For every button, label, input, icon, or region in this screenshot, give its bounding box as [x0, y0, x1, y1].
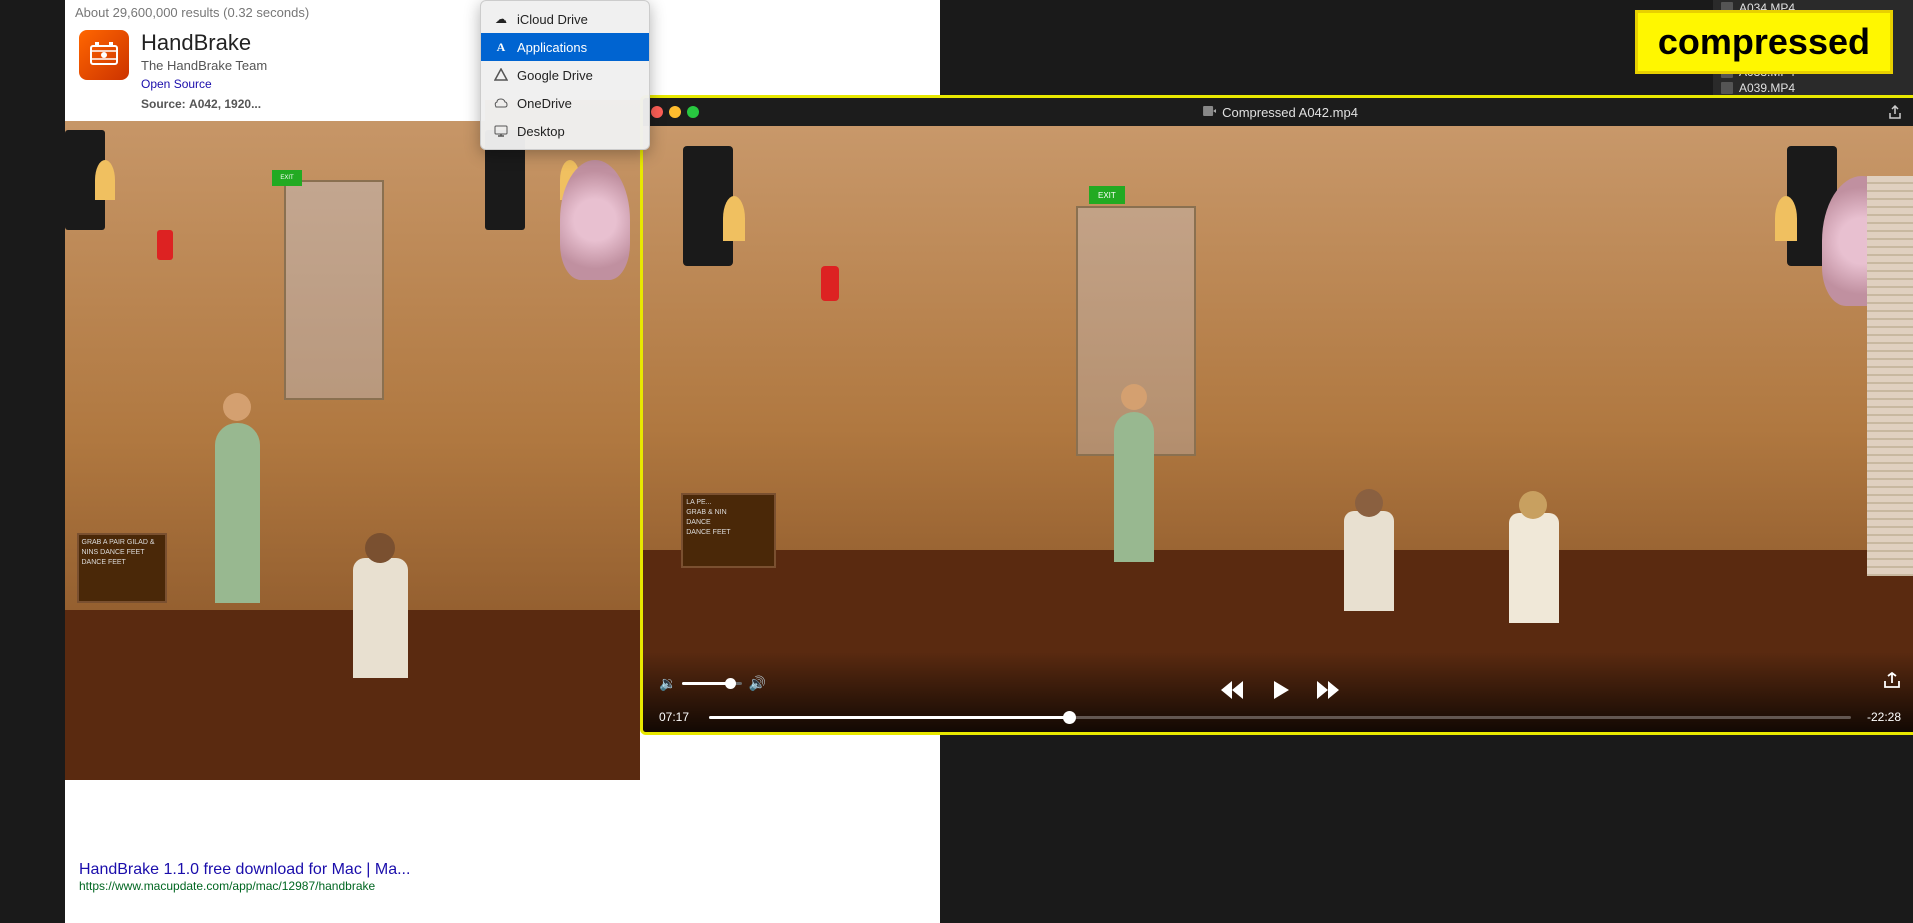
- app-details: HandBrake The HandBrake Team Open Source…: [141, 30, 267, 111]
- video-content: EXIT LA PE...GRAB & NINDANCEDANCE FEET: [643, 126, 1913, 732]
- progress-bar[interactable]: [709, 716, 1851, 719]
- audience-figure: [353, 558, 408, 678]
- window-title-area: Compressed A042.mp4: [1202, 104, 1358, 121]
- dropdown-item-applications[interactable]: A Applications: [481, 33, 649, 61]
- volume-max-icon: 🔊: [748, 675, 765, 692]
- volume-slider[interactable]: [682, 682, 742, 685]
- play-button[interactable]: [1266, 676, 1294, 704]
- playback-controls: [659, 676, 1901, 704]
- share-button[interactable]: [1883, 671, 1901, 694]
- wedding-left-image: EXIT GRAB A PAIR GILAD & NINS DANCE FEET…: [65, 100, 640, 780]
- bridesmaid-figure: [215, 423, 260, 603]
- result-link[interactable]: HandBrake 1.1.0 free download for Mac | …: [79, 861, 410, 878]
- progress-fill: [709, 716, 1074, 719]
- app-team: The HandBrake Team: [141, 58, 267, 73]
- progress-knob[interactable]: [1063, 711, 1076, 724]
- minimize-button[interactable]: [669, 106, 681, 118]
- app-title: HandBrake: [141, 30, 267, 56]
- volume-knob[interactable]: [725, 678, 736, 689]
- onedrive-label: OneDrive: [517, 96, 572, 111]
- dropdown-item-icloud[interactable]: ☁ iCloud Drive: [481, 5, 649, 33]
- source-label: Source:: [141, 97, 186, 111]
- close-button[interactable]: [651, 106, 663, 118]
- icloud-label: iCloud Drive: [517, 12, 588, 27]
- sconce-left-video: [723, 196, 745, 241]
- handbrake-card: HandBrake The HandBrake Team Open Source…: [65, 20, 485, 121]
- dropdown-item-google-drive[interactable]: Google Drive: [481, 61, 649, 89]
- desktop-icon: [493, 123, 509, 139]
- desktop-label: Desktop: [517, 124, 565, 139]
- open-source-link[interactable]: Open Source: [141, 77, 267, 91]
- left-panel: [0, 0, 65, 923]
- current-time: 07:17: [659, 710, 699, 724]
- icloud-drive-icon: ☁: [493, 11, 509, 27]
- location-dropdown[interactable]: ☁ iCloud Drive A Applications Google Dri…: [480, 0, 650, 150]
- volume-icon[interactable]: 🔉: [659, 675, 676, 692]
- doorway: [284, 180, 384, 400]
- applications-icon: A: [493, 39, 509, 55]
- file-icon-5: [1721, 82, 1733, 94]
- volume-fill: [682, 682, 727, 685]
- wall-sconce-left: [95, 160, 115, 200]
- video-audience-2: [1509, 513, 1559, 623]
- compressed-annotation: compressed: [1635, 10, 1893, 74]
- audience-head-2: [1519, 491, 1547, 519]
- end-time: -22:28: [1861, 710, 1901, 724]
- window-titlebar: Compressed A042.mp4: [643, 98, 1913, 126]
- video-bridesmaid: [1114, 412, 1154, 562]
- app-info-area: HandBrake The HandBrake Team Open Source…: [79, 30, 471, 111]
- volume-area: 🔉 🔊: [659, 675, 766, 692]
- flower-arrangement: [560, 160, 630, 280]
- video-controls: 🔉 🔊: [643, 652, 1913, 732]
- progress-area: 07:17 -22:28: [659, 710, 1901, 724]
- rewind-button[interactable]: [1218, 676, 1246, 704]
- dropdown-item-desktop[interactable]: Desktop: [481, 117, 649, 145]
- result-count: About 29,600,000 results (0.32 seconds): [75, 5, 309, 20]
- maximize-button[interactable]: [687, 106, 699, 118]
- fire-extinguisher: [157, 230, 173, 260]
- source-line: Source: A042, 1920...: [141, 97, 267, 111]
- window-blinds: [1867, 176, 1913, 576]
- video-file-icon: [1202, 104, 1216, 121]
- sconce-right-video: [1775, 196, 1797, 241]
- file-item-5[interactable]: A039.MP4: [1713, 80, 1913, 96]
- handbrake-logo-icon: [79, 30, 129, 80]
- source-value: A042, 1920...: [189, 97, 261, 111]
- applications-label: Applications: [517, 40, 587, 55]
- fast-forward-button[interactable]: [1314, 676, 1342, 704]
- window-title-text: Compressed A042.mp4: [1222, 105, 1358, 120]
- video-audience-1: [1344, 511, 1394, 611]
- file-name-5: A039.MP4: [1739, 81, 1795, 95]
- bottom-search-result: HandBrake 1.1.0 free download for Mac | …: [65, 853, 515, 923]
- onedrive-icon: [493, 95, 509, 111]
- google-drive-label: Google Drive: [517, 68, 593, 83]
- share-title-button[interactable]: [1881, 98, 1909, 126]
- fire-ext-video: [821, 266, 839, 301]
- google-drive-icon: [493, 67, 509, 83]
- result-url: https://www.macupdate.com/app/mac/12987/…: [79, 879, 501, 893]
- video-sign: LA PE...GRAB & NINDANCEDANCE FEET: [681, 493, 776, 568]
- exit-sign-video: EXIT: [1089, 186, 1125, 204]
- video-player-window: Compressed A042.mp4 EXIT LA: [640, 95, 1913, 735]
- exit-sign: EXIT: [272, 170, 302, 186]
- dropdown-item-onedrive[interactable]: OneDrive: [481, 89, 649, 117]
- dance-floor-sign: GRAB A PAIR GILAD & NINS DANCE FEET DANC…: [77, 533, 167, 603]
